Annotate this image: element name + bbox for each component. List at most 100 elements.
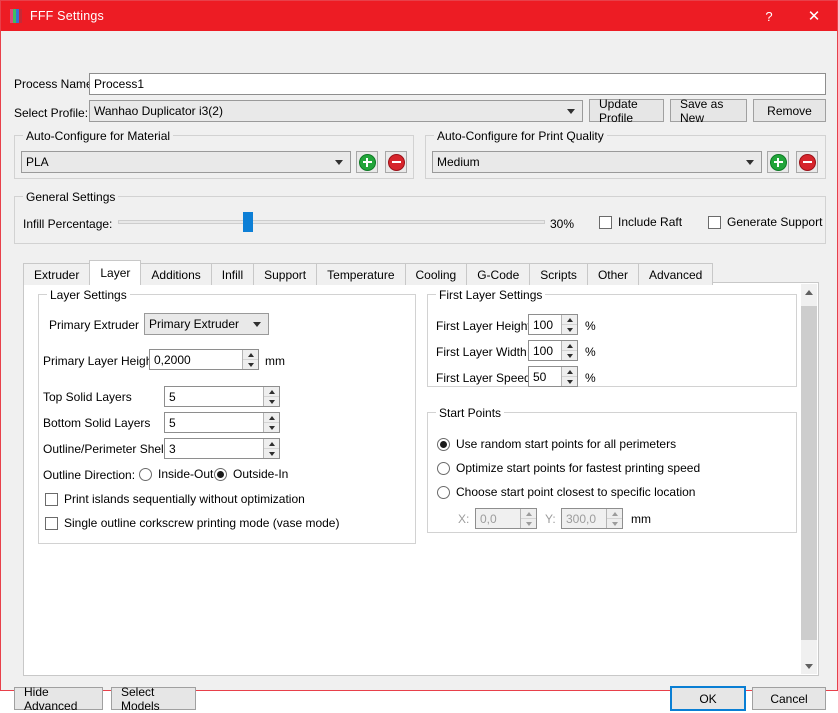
minus-circle-icon: [387, 153, 405, 171]
select-profile-value: Wanhao Duplicator i3(2): [94, 104, 223, 118]
stepper-down-icon[interactable]: [562, 325, 577, 334]
ok-button[interactable]: OK: [670, 686, 746, 711]
update-profile-button[interactable]: Update Profile: [589, 97, 664, 125]
primary-layer-height-stepper[interactable]: 0,2000: [149, 349, 259, 370]
outline-shells-stepper[interactable]: 3: [164, 438, 280, 459]
settings-tabbar: Extruder Layer Additions Infill Support …: [23, 260, 714, 285]
stepper-buttons[interactable]: [520, 509, 536, 528]
stepper-buttons[interactable]: [242, 350, 258, 369]
hide-advanced-button[interactable]: Hide Advanced: [14, 685, 103, 713]
stepper-buttons[interactable]: [561, 315, 577, 334]
scrollbar-track[interactable]: [801, 300, 817, 658]
tab-layer[interactable]: Layer: [89, 260, 142, 285]
primary-extruder-combo[interactable]: Primary Extruder: [144, 313, 269, 335]
panel-scrollbar[interactable]: [801, 284, 817, 674]
stepper-up-icon[interactable]: [521, 509, 536, 519]
stepper-up-icon[interactable]: [264, 413, 279, 423]
start-point-optimize-label: Optimize start points for fastest printi…: [456, 461, 701, 475]
save-as-new-button[interactable]: Save as New: [670, 97, 747, 125]
tab-advanced[interactable]: Advanced: [637, 263, 714, 285]
select-profile-combo[interactable]: Wanhao Duplicator i3(2): [89, 100, 583, 122]
title-bar: FFF Settings ? ✕: [1, 1, 837, 31]
stepper-up-icon[interactable]: [562, 367, 577, 377]
tab-support[interactable]: Support: [253, 263, 318, 285]
remove-profile-button[interactable]: Remove: [753, 99, 826, 122]
start-point-y-stepper[interactable]: 300,0: [561, 508, 623, 529]
select-models-button[interactable]: Select Models: [111, 685, 196, 713]
tab-extruder[interactable]: Extruder: [23, 263, 91, 285]
material-combo[interactable]: PLA: [21, 151, 351, 173]
tab-infill[interactable]: Infill: [210, 263, 255, 285]
stepper-buttons[interactable]: [263, 413, 279, 432]
start-point-random-radio[interactable]: Use random start points for all perimete…: [437, 437, 676, 451]
stepper-down-icon[interactable]: [607, 519, 622, 528]
first-layer-speed-unit: %: [585, 371, 596, 385]
first-layer-width-value: 100: [533, 343, 554, 358]
start-point-specific-radio[interactable]: Choose start point closest to specific l…: [437, 485, 695, 499]
first-layer-height-stepper[interactable]: 100: [528, 314, 578, 335]
stepper-buttons[interactable]: [606, 509, 622, 528]
material-add-button[interactable]: [356, 151, 378, 173]
tab-temperature[interactable]: Temperature: [316, 263, 406, 285]
radio-icon: [214, 467, 227, 481]
help-icon[interactable]: ?: [747, 1, 791, 31]
stepper-buttons[interactable]: [561, 367, 577, 386]
outline-direction-inside-out-radio[interactable]: Inside-Out: [139, 467, 213, 481]
first-layer-width-stepper[interactable]: 100: [528, 340, 578, 361]
include-raft-checkbox[interactable]: Include Raft: [599, 215, 682, 229]
print-islands-checkbox[interactable]: Print islands sequentially without optim…: [45, 492, 305, 506]
first-layer-height-value: 100: [533, 317, 554, 332]
close-icon[interactable]: ✕: [791, 1, 837, 31]
bottom-solid-layers-label: Bottom Solid Layers: [43, 416, 151, 430]
tab-other[interactable]: Other: [586, 263, 639, 285]
stepper-buttons[interactable]: [263, 387, 279, 406]
process-name-input[interactable]: Process1: [89, 73, 826, 95]
quality-add-button[interactable]: [767, 151, 789, 173]
start-point-unit: mm: [631, 512, 651, 526]
plus-circle-icon: [358, 153, 376, 171]
first-layer-height-label: First Layer Height: [436, 319, 531, 333]
tab-scripts[interactable]: Scripts: [529, 263, 588, 285]
inside-out-label: Inside-Out: [158, 467, 214, 481]
tab-gcode[interactable]: G-Code: [466, 263, 531, 285]
stepper-up-icon[interactable]: [562, 341, 577, 351]
generate-support-checkbox[interactable]: Generate Support: [708, 215, 822, 229]
scroll-up-icon[interactable]: [801, 284, 817, 300]
tab-additions[interactable]: Additions: [140, 263, 212, 285]
stepper-down-icon[interactable]: [562, 351, 577, 360]
infill-slider-handle[interactable]: [243, 212, 253, 232]
scrollbar-thumb[interactable]: [801, 306, 817, 640]
stepper-down-icon[interactable]: [562, 377, 577, 386]
stepper-up-icon[interactable]: [607, 509, 622, 519]
quality-remove-button[interactable]: [796, 151, 818, 173]
stepper-up-icon[interactable]: [243, 350, 258, 360]
stepper-up-icon[interactable]: [264, 387, 279, 397]
vase-mode-checkbox[interactable]: Single outline corkscrew printing mode (…: [45, 516, 339, 530]
stepper-down-icon[interactable]: [264, 397, 279, 406]
top-solid-layers-stepper[interactable]: 5: [164, 386, 280, 407]
cancel-button[interactable]: Cancel: [752, 687, 826, 710]
stepper-buttons[interactable]: [561, 341, 577, 360]
plus-circle-icon: [769, 153, 787, 171]
minus-circle-icon: [798, 153, 816, 171]
infill-slider-track[interactable]: [118, 220, 545, 224]
start-point-x-label: X:: [458, 512, 470, 526]
stepper-buttons[interactable]: [263, 439, 279, 458]
stepper-down-icon[interactable]: [243, 360, 258, 369]
scroll-down-icon[interactable]: [801, 658, 817, 674]
stepper-down-icon[interactable]: [264, 423, 279, 432]
include-raft-label: Include Raft: [618, 215, 683, 229]
start-point-x-stepper[interactable]: 0,0: [475, 508, 537, 529]
outside-in-label: Outside-In: [233, 467, 289, 481]
stepper-up-icon[interactable]: [264, 439, 279, 449]
bottom-solid-layers-stepper[interactable]: 5: [164, 412, 280, 433]
material-remove-button[interactable]: [385, 151, 407, 173]
tab-cooling[interactable]: Cooling: [404, 263, 468, 285]
first-layer-speed-stepper[interactable]: 50: [528, 366, 578, 387]
stepper-down-icon[interactable]: [264, 449, 279, 458]
stepper-up-icon[interactable]: [562, 315, 577, 325]
quality-combo[interactable]: Medium: [432, 151, 762, 173]
start-point-optimize-radio[interactable]: Optimize start points for fastest printi…: [437, 461, 700, 475]
stepper-down-icon[interactable]: [521, 519, 536, 528]
outline-direction-outside-in-radio[interactable]: Outside-In: [214, 467, 288, 481]
